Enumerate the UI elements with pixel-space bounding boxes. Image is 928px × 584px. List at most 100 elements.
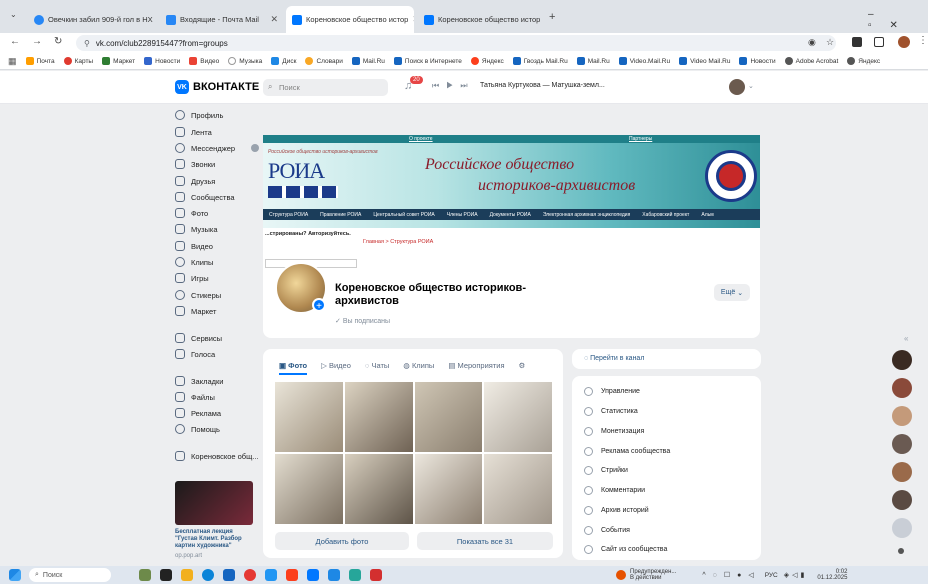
photo-thumb[interactable] xyxy=(484,454,552,524)
menu-events[interactable]: События xyxy=(584,526,630,535)
friend-avatar[interactable] xyxy=(892,490,912,510)
browser-tab[interactable]: Кореновское общество истор✕ xyxy=(418,6,542,33)
bookmark[interactable]: Поиск в Интернете xyxy=(393,57,462,65)
tray-icons[interactable]: ^◌☐●◁ xyxy=(702,571,760,579)
task-view-icon[interactable] xyxy=(160,569,172,581)
bookmark[interactable]: Музыка xyxy=(228,57,262,65)
profile-avatar[interactable] xyxy=(898,36,910,48)
ad-image[interactable] xyxy=(175,481,253,525)
bookmark[interactable]: Яндекс xyxy=(847,57,880,65)
windows-start-icon[interactable] xyxy=(9,569,21,581)
add-photo-button[interactable]: Добавить фото xyxy=(275,532,409,550)
photo-thumb[interactable] xyxy=(275,454,343,524)
yandex-icon[interactable] xyxy=(286,569,298,581)
acrobat-icon[interactable] xyxy=(370,569,382,581)
vk-icon[interactable] xyxy=(307,569,319,581)
tab-chats[interactable]: ◌ Чаты xyxy=(365,361,389,375)
bookmark[interactable]: Карты xyxy=(63,57,93,65)
nav-item-votes[interactable]: Голоса xyxy=(175,349,215,359)
more-button[interactable]: Ещё ⌄ xyxy=(714,284,750,301)
nav-item-profile[interactable]: Профиль xyxy=(175,110,223,120)
friend-avatar[interactable] xyxy=(892,350,912,370)
bookmark[interactable]: Новости xyxy=(144,57,180,65)
cover-link-about[interactable]: О проекте xyxy=(409,136,433,142)
nav-item-communities[interactable]: Сообщества xyxy=(175,192,235,202)
bookmark[interactable]: Почта xyxy=(25,57,55,65)
photo-thumb[interactable] xyxy=(344,454,413,524)
store-icon[interactable] xyxy=(223,569,235,581)
show-all-button[interactable]: Показать все 31 xyxy=(417,532,553,550)
network-volume-icons[interactable]: ◈◁▮ xyxy=(784,571,808,579)
taskbar-search[interactable]: ⌕ Поиск xyxy=(29,568,111,582)
friend-avatar[interactable] xyxy=(892,406,912,426)
bookmark[interactable]: Video.Mail.Ru xyxy=(618,57,670,65)
photo-thumb[interactable] xyxy=(484,382,552,452)
friend-avatar[interactable] xyxy=(892,434,912,454)
nav-item-files[interactable]: Файлы xyxy=(175,392,215,402)
nav-item-help[interactable]: Помощь xyxy=(175,424,220,434)
bookmark[interactable]: Словари xyxy=(305,57,343,65)
cover-auth-prompt[interactable]: ...стрированы? Авторизуйтесь. xyxy=(265,231,351,237)
subscribed-status[interactable]: ✓ Вы подписаны xyxy=(335,317,390,325)
menu-icon[interactable]: ⋮ xyxy=(918,35,928,46)
widgets-icon[interactable] xyxy=(139,569,151,581)
mail-icon[interactable] xyxy=(328,569,340,581)
bookmark[interactable]: Новости xyxy=(739,57,776,65)
menu-site[interactable]: Сайт из сообщества xyxy=(584,545,667,554)
nav-item-stickers[interactable]: Стикеры xyxy=(175,290,221,300)
tab-photos[interactable]: ▣ Фото xyxy=(279,361,308,375)
bookmark[interactable]: Video Mail.Ru xyxy=(679,57,730,65)
browser-tab[interactable]: Входящие - Почта Mail ✕ xyxy=(160,6,284,33)
sidepanel-icon[interactable] xyxy=(874,37,884,47)
bookmark[interactable]: Видео xyxy=(189,57,219,65)
gear-icon[interactable]: ⚙ xyxy=(519,361,526,375)
cover-breadcrumb[interactable]: Главная > Структура РОИА xyxy=(363,239,433,245)
browser-tab[interactable]: Овечкин забил 909-й гол в НХ✕ xyxy=(28,6,156,33)
app-icon[interactable] xyxy=(265,569,277,581)
add-icon[interactable]: + xyxy=(312,298,326,312)
photo-thumb[interactable] xyxy=(414,454,483,524)
cover-menu-item[interactable]: Члены РОИА xyxy=(447,212,478,218)
nav-item-music[interactable]: Музыка xyxy=(175,224,218,234)
nav-item-video[interactable]: Видео xyxy=(175,241,213,251)
nav-item-bookmarks[interactable]: Закладки xyxy=(175,376,223,386)
menu-manage[interactable]: Управление xyxy=(584,387,640,396)
bookmark[interactable]: Диск xyxy=(271,57,296,65)
cover-link-partners[interactable]: Партнеры xyxy=(629,136,652,142)
cover-menu-item[interactable]: Электронная архивная энциклопедия xyxy=(543,212,630,218)
tab-search-button[interactable]: ⌄ xyxy=(10,10,17,19)
nav-item-messenger[interactable]: Мессенджер xyxy=(175,143,260,153)
nav-item-feed[interactable]: Лента xyxy=(175,127,212,137)
menu-comments[interactable]: Комментарии xyxy=(584,486,645,495)
cover-menu-item[interactable]: Документы РОИА xyxy=(490,212,531,218)
close-icon[interactable]: ✕ xyxy=(270,14,278,25)
nav-item-photos[interactable]: Фото xyxy=(175,208,208,218)
back-icon[interactable]: ← xyxy=(10,36,20,47)
clock[interactable]: 0:02 01.12.2025 xyxy=(817,569,847,581)
ad-title[interactable]: Бесплатная лекция "Густав Климт. Разбор … xyxy=(175,529,255,550)
menu-stories[interactable]: Стрийки xyxy=(584,466,628,475)
tab-clips[interactable]: ◍ Клипы xyxy=(403,361,434,375)
extension-icon[interactable] xyxy=(852,37,862,47)
weather-widget[interactable]: Предупрежден... В действии xyxy=(630,569,676,581)
nav-item-group-shortcut[interactable]: Кореновское общ... xyxy=(175,451,259,461)
channel-card[interactable]: ◌ Перейти в канал xyxy=(572,349,761,369)
cover-menu-item[interactable]: Правление РОИА xyxy=(320,212,361,218)
bookmark[interactable]: Mail.Ru xyxy=(576,57,610,65)
tab-events[interactable]: ▤ Мероприятия xyxy=(448,361,504,375)
player-track[interactable]: Татьяна Куртукова — Матушка-земл... xyxy=(480,82,605,89)
friend-avatar[interactable] xyxy=(892,378,912,398)
collapse-icon[interactable]: « xyxy=(904,334,908,343)
menu-ads[interactable]: Реклама сообщества xyxy=(584,447,670,456)
tab-video[interactable]: ▷ Видео xyxy=(321,361,351,375)
bookmark[interactable]: Гвоздь Mail.Ru xyxy=(512,57,568,65)
nav-item-clips[interactable]: Клипы xyxy=(175,257,213,267)
star-icon[interactable]: ☆ xyxy=(826,37,834,48)
menu-monetization[interactable]: Монетизация xyxy=(584,427,644,436)
location-icon[interactable]: ◉ xyxy=(808,37,816,48)
telegram-icon[interactable] xyxy=(349,569,361,581)
nav-item-ads[interactable]: Реклама xyxy=(175,408,221,418)
nav-item-market[interactable]: Маркет xyxy=(175,306,216,316)
cover-menu-item[interactable]: Центральный совет РОИА xyxy=(373,212,434,218)
chevron-down-icon[interactable]: ⌄ xyxy=(748,82,754,90)
